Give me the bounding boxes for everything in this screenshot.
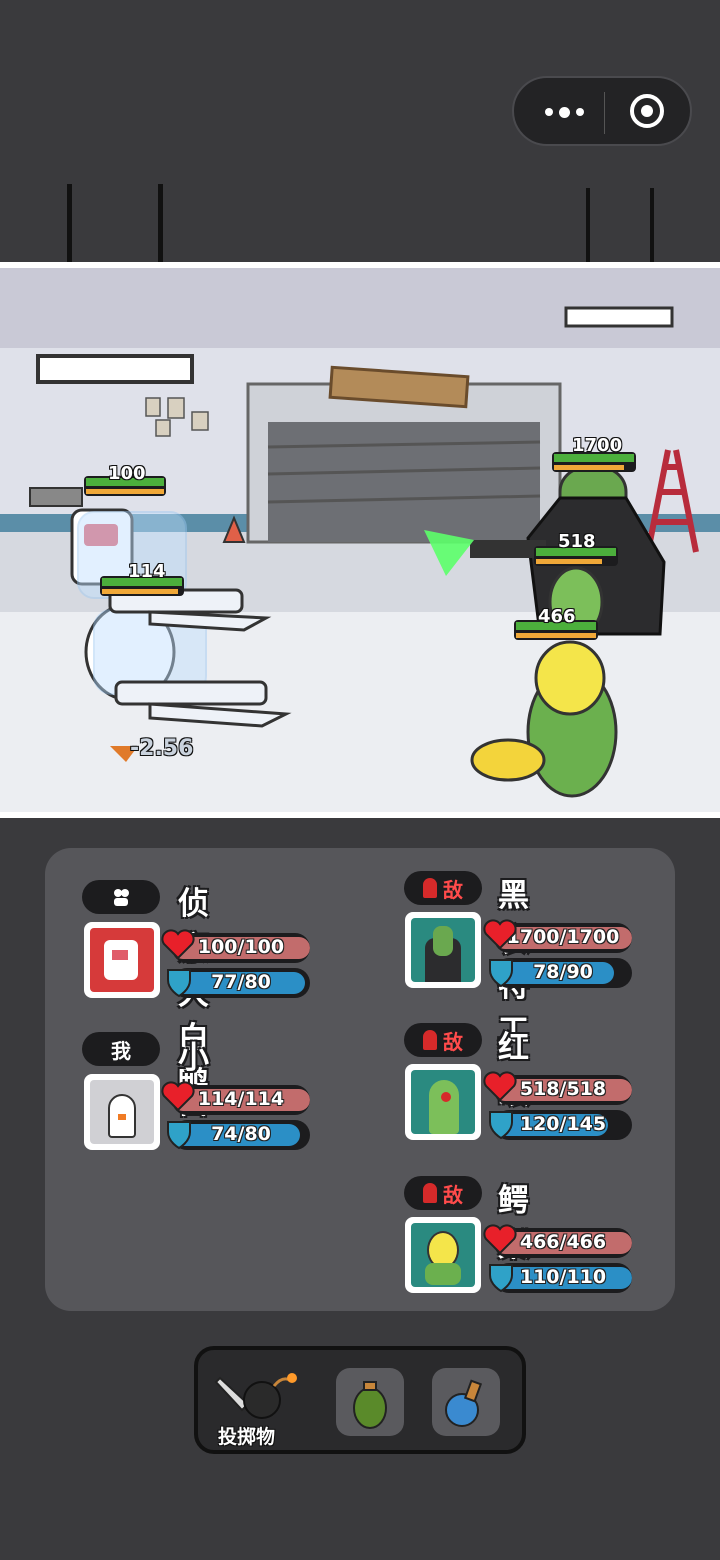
unit-portrait[interactable] xyxy=(84,922,160,998)
shield-bar: 110/110 xyxy=(494,1263,632,1293)
hp-bar: 1700/1700 xyxy=(494,923,632,953)
damage-number: -2.56 xyxy=(130,736,194,761)
shield-bar: 120/145 xyxy=(494,1110,632,1140)
hp-bar: 466/466 xyxy=(494,1228,632,1258)
ally-hp-label: 114 xyxy=(128,561,166,582)
grenade-slot[interactable] xyxy=(336,1368,404,1436)
unit-portrait[interactable] xyxy=(405,1064,481,1140)
enemy-hp-label: 518 xyxy=(558,531,596,552)
shield-bar: 74/80 xyxy=(172,1120,310,1150)
unit-portrait[interactable] xyxy=(405,1217,481,1293)
enemy-tag: 敌 xyxy=(404,1176,482,1210)
target-circle-icon[interactable] xyxy=(630,94,664,128)
shield-bar: 78/90 xyxy=(494,958,632,988)
scout-tag xyxy=(82,880,160,914)
throwable-label: 投掷物 xyxy=(218,1426,276,1448)
enemy-icon xyxy=(423,1030,437,1050)
hp-bar: 518/518 xyxy=(494,1075,632,1105)
throwable-button[interactable]: 投掷物 xyxy=(208,1360,318,1448)
grenade-icon xyxy=(353,1381,387,1429)
more-dots-icon[interactable] xyxy=(540,100,588,124)
unit-portrait[interactable] xyxy=(84,1074,160,1150)
ice-grenade-icon xyxy=(445,1379,483,1427)
ice-grenade-slot[interactable] xyxy=(432,1368,500,1436)
shield-bar: 77/80 xyxy=(172,968,310,998)
scout-icon xyxy=(114,889,129,906)
enemy-hp-label: 1700 xyxy=(572,435,623,456)
enemy-hp-label: 466 xyxy=(538,606,576,627)
hp-bar: 100/100 xyxy=(172,933,310,963)
self-tag: 我 xyxy=(82,1032,160,1066)
throwable-dock: 投掷物 xyxy=(194,1346,526,1454)
battle-scene xyxy=(0,262,720,818)
ally-hp-label: 100 xyxy=(108,463,146,484)
enemy-tag: 敌 xyxy=(404,871,482,905)
enemy-icon xyxy=(423,878,437,898)
capsule-divider xyxy=(604,92,605,134)
knife-bomb-icon xyxy=(214,1373,297,1419)
enemy-icon xyxy=(423,1183,437,1203)
unit-portrait[interactable] xyxy=(405,912,481,988)
mini-program-capsule xyxy=(512,76,692,146)
hp-bar: 114/114 xyxy=(172,1085,310,1115)
enemy-tag: 敌 xyxy=(404,1023,482,1057)
